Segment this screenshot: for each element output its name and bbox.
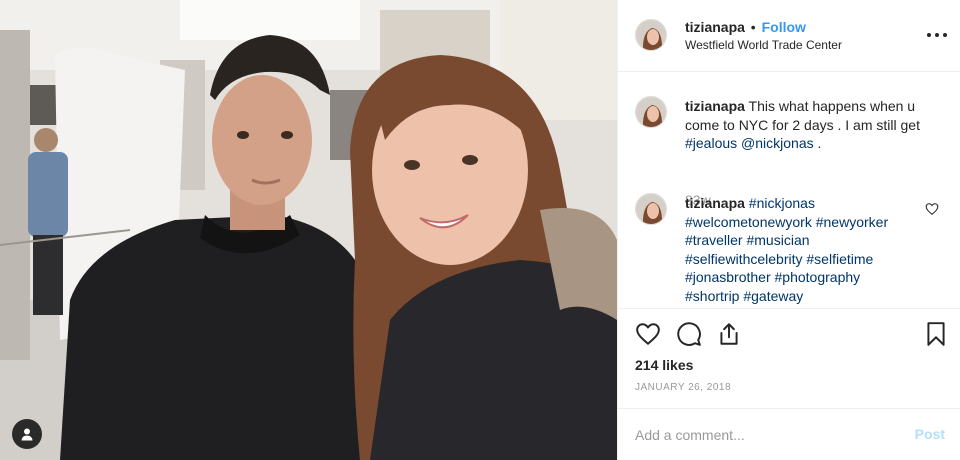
hashtag-link[interactable]: #photography <box>775 269 861 285</box>
heart-icon[interactable] <box>635 321 661 347</box>
hashtag-link[interactable]: #jonasbrother <box>685 269 771 285</box>
hashtag-link[interactable]: #gateway <box>743 288 803 304</box>
hashtag-link[interactable]: #newyorker <box>816 214 888 230</box>
post-date: JANUARY 26, 2018 <box>635 382 732 393</box>
post-photo[interactable] <box>0 0 617 460</box>
user-tag-icon <box>21 428 33 441</box>
avatar[interactable] <box>635 96 667 128</box>
post-comment-button[interactable]: Post <box>915 426 945 442</box>
post-side-panel: tizianapa • Follow Westfield World Trade… <box>617 0 960 460</box>
caption: tizianapa This what happens when u come … <box>618 96 960 208</box>
caption-text: tizianapa This what happens when u come … <box>685 97 925 153</box>
selfie-image <box>0 0 617 460</box>
mention-link[interactable]: @nickjonas <box>741 135 814 151</box>
comment-icon[interactable] <box>676 321 702 347</box>
hashtag-link[interactable]: #traveller <box>685 232 743 248</box>
hashtag-link[interactable]: #musician <box>746 232 809 248</box>
comments-list: tizianapa This what happens when u come … <box>618 72 960 308</box>
add-comment-bar: Post <box>618 408 960 460</box>
hashtag-link[interactable]: #welcometonewyork <box>685 214 812 230</box>
username-link[interactable]: tizianapa <box>685 195 745 211</box>
post-header: tizianapa • Follow Westfield World Trade… <box>618 0 960 72</box>
comment-input[interactable] <box>635 425 905 445</box>
hashtag-link[interactable]: #jealous <box>685 135 737 151</box>
username-link[interactable]: tizianapa <box>685 19 745 35</box>
hashtag-link[interactable]: #selfietime <box>806 251 873 267</box>
avatar[interactable] <box>635 19 667 51</box>
location-link[interactable]: Westfield World Trade Center <box>685 38 842 52</box>
more-options-icon[interactable] <box>927 26 947 44</box>
tag-user-button[interactable] <box>12 419 42 449</box>
likes-count[interactable]: 214 likes <box>635 357 693 373</box>
header-title-row: tizianapa • Follow <box>685 19 806 35</box>
comment-text: tizianapa #nickjonas #welcometonewyork #… <box>685 194 925 305</box>
comment-item: tizianapa #nickjonas #welcometonewyork #… <box>618 193 960 308</box>
bookmark-icon[interactable] <box>923 321 949 347</box>
hashtag-link[interactable]: #shortrip <box>685 288 739 304</box>
separator-dot: • <box>750 19 756 35</box>
hashtag-link[interactable]: #selfiewithcelebrity <box>685 251 803 267</box>
username-link[interactable]: tizianapa <box>685 98 745 114</box>
avatar[interactable] <box>635 193 667 225</box>
share-icon[interactable] <box>716 321 742 347</box>
follow-button[interactable]: Follow <box>762 19 806 35</box>
hashtag-link[interactable]: #nickjonas <box>749 195 815 211</box>
comment-like-icon[interactable] <box>925 202 939 216</box>
post-actions: 214 likes JANUARY 26, 2018 <box>618 308 960 408</box>
caption-end: . <box>817 135 822 151</box>
